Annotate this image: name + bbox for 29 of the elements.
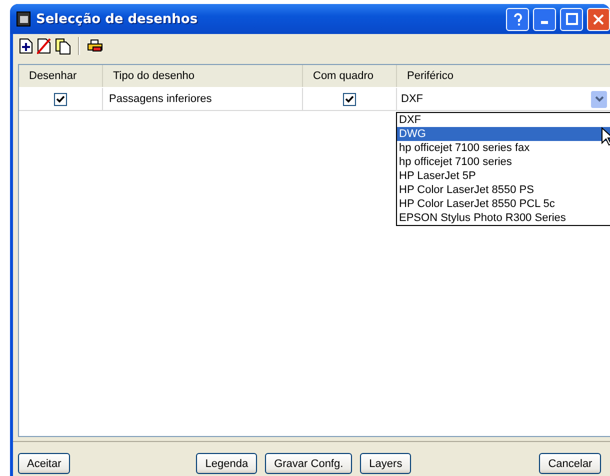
column-header[interactable]: Desenhar (19, 65, 103, 87)
minimize-button[interactable] (533, 8, 556, 30)
window-icon (16, 11, 32, 27)
printer-icon[interactable] (87, 38, 103, 54)
delete-icon[interactable] (37, 38, 51, 54)
question-mark-icon (512, 12, 522, 26)
dialog-button[interactable]: Cancelar (539, 453, 602, 474)
maximize-icon (566, 13, 578, 25)
column-header[interactable]: Periférico (397, 65, 610, 87)
dropdown-option[interactable]: DWG (397, 127, 610, 141)
maximize-button[interactable] (560, 8, 583, 30)
dialog-button[interactable]: Layers (360, 453, 412, 474)
checkbox[interactable] (54, 92, 67, 106)
minimize-icon (541, 21, 548, 24)
checkbox[interactable] (343, 92, 356, 106)
help-button[interactable] (506, 8, 529, 30)
dialog-button[interactable]: Gravar Confg. (265, 453, 352, 474)
column-header[interactable]: Tipo do desenho (103, 65, 303, 87)
dialog-button[interactable]: Legenda (196, 453, 258, 474)
add-icon[interactable] (19, 38, 33, 54)
chevron-down-icon (594, 96, 604, 102)
mouse-cursor-icon (601, 127, 610, 146)
column-header[interactable]: Com quadro (303, 65, 397, 87)
table-cell: Passagens inferiores (103, 88, 303, 110)
dialog-button[interactable]: Aceitar (18, 453, 70, 474)
close-icon (593, 14, 604, 24)
window-title: Selecção de desenhos (36, 12, 199, 26)
close-button[interactable] (587, 8, 610, 30)
copy-icon[interactable] (55, 38, 71, 54)
